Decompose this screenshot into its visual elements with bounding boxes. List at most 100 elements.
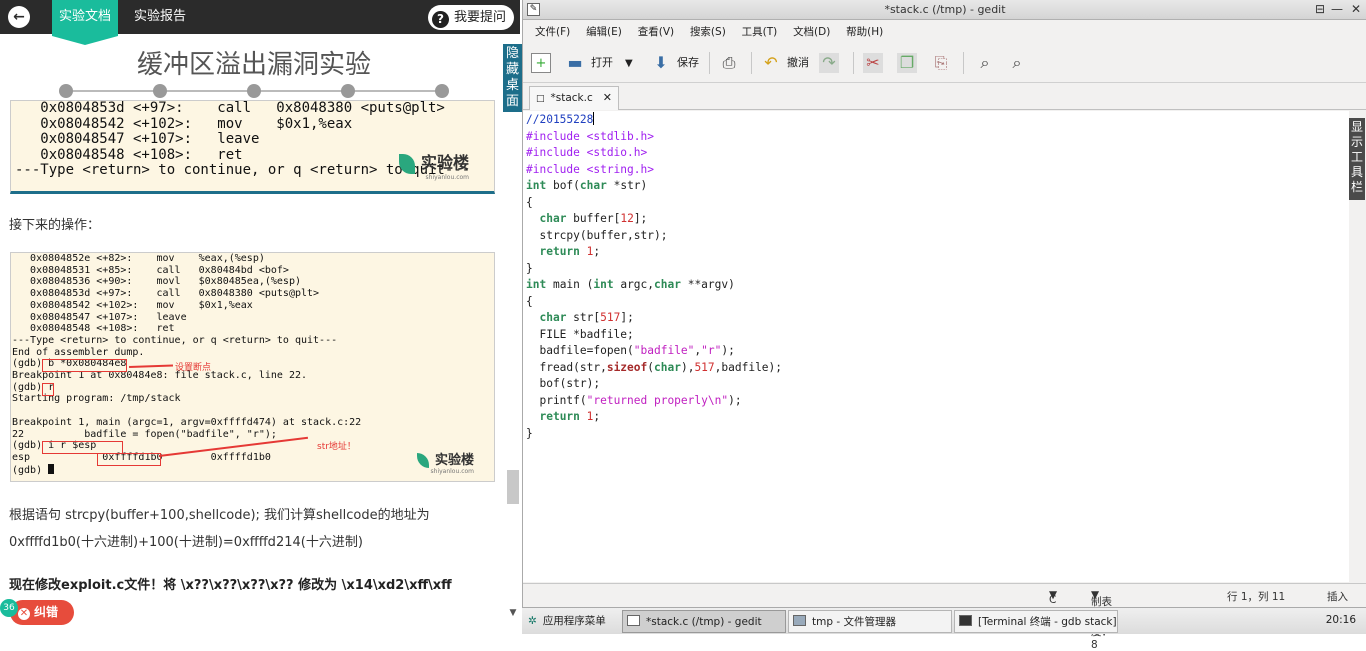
gdb-screenshot-1: 0x0804853d <+97>: call 0x8048380 <puts@p… [10, 100, 495, 194]
gedit-icon [627, 615, 640, 626]
counter-badge: 36 [0, 599, 18, 617]
error-icon: ✕ [18, 608, 30, 620]
print-button[interactable]: ⎙ [719, 51, 745, 75]
window-title: *stack.c (/tmp) - gedit [884, 3, 1006, 16]
toolbar: + ▬ 打开 ▼ ⬇ 保存 ⎙ ↶ 撤消 ↷ ✂ ❐ ⎘ ⌕ ⌕ [523, 43, 1366, 83]
toolbar-separator [963, 52, 964, 74]
tab-stack-c[interactable]: □ *stack.c ✕ [529, 86, 619, 110]
menu-search[interactable]: 搜索(S) [690, 21, 726, 43]
menu-edit[interactable]: 编辑(E) [586, 21, 622, 43]
find-button[interactable]: ⌕ [975, 51, 1001, 75]
menu-help[interactable]: 帮助(H) [846, 21, 883, 43]
question-icon: ? [431, 11, 449, 28]
open-recent-dropdown[interactable]: ▼ [625, 51, 633, 75]
modify-exploit-paragraph: 现在修改exploit.c文件！将 \x??\x??\x??\x?? 修改为 \… [9, 578, 452, 593]
copy-button[interactable]: ❐ [897, 51, 923, 75]
source-code[interactable]: //20155228 #include <stdlib.h> #include … [526, 112, 782, 442]
window-titlebar[interactable]: ✎ *stack.c (/tmp) - gedit ⊟ — ✕ [523, 0, 1366, 20]
terminal-icon [959, 615, 972, 626]
code-editor[interactable]: //20155228 #include <stdlib.h> #include … [523, 111, 1349, 582]
undo-icon: ↶ [764, 53, 778, 72]
ask-question-label: 我要提问 [453, 10, 506, 25]
report-error-button[interactable]: ✕ 纠错 [10, 600, 74, 625]
language-selector[interactable]: C ▼ [1049, 589, 1057, 606]
tab-lab-docs[interactable]: 实验文档 [52, 0, 118, 45]
explanation-paragraph: 根据语句 strcpy(buffer+100,shellcode); 我们计算s… [9, 508, 430, 523]
step-dot[interactable] [435, 84, 449, 98]
scrollbar-thumb[interactable] [507, 470, 519, 504]
annotation-set-breakpoint: 设置断点 [175, 363, 212, 373]
close-icon[interactable]: ✕ [1351, 2, 1361, 16]
left-scrollbar[interactable]: ▼ [506, 112, 520, 622]
menu-bar: 文件(F) 编辑(E) 查看(V) 搜索(S) 工具(T) 文档(D) 帮助(H… [523, 21, 1366, 43]
undo-button[interactable]: ↶ 撤消 [761, 51, 809, 75]
open-button[interactable]: ▬ 打开 [565, 51, 613, 75]
address-calc-paragraph: 0xffffd1b0(十六进制)+100(十进制)=0xffffd214(十六进… [9, 535, 363, 550]
shiyanlou-logo: 实验楼 shiyanlou.com [417, 449, 474, 475]
taskbar: ✲ 应用程序菜单 *stack.c (/tmp) - gedit tmp - 文件… [522, 607, 1366, 634]
close-tab-icon[interactable]: ✕ [603, 87, 612, 109]
copy-icon: ❐ [897, 53, 917, 73]
text-cursor [593, 112, 595, 125]
new-document-icon: + [531, 53, 551, 73]
insert-mode: 插入 [1327, 591, 1348, 603]
toolbar-separator [709, 52, 710, 74]
step-dot[interactable] [247, 84, 261, 98]
document-tabs: □ *stack.c ✕ [523, 84, 1366, 110]
leaf-icon [399, 153, 415, 174]
tab-lab-report[interactable]: 实验报告 [134, 0, 186, 34]
next-steps-label: 接下来的操作： [9, 218, 101, 233]
apps-icon: ✲ [528, 615, 537, 627]
search-icon: ⌕ [980, 53, 990, 72]
taskbar-item-gedit[interactable]: *stack.c (/tmp) - gedit [622, 610, 786, 633]
chevron-down-icon: ▼ [625, 58, 633, 69]
scroll-down-icon[interactable]: ▼ [506, 608, 520, 622]
cut-button[interactable]: ✂ [863, 51, 889, 75]
menu-file[interactable]: 文件(F) [535, 21, 570, 43]
show-toolbar-button[interactable]: 显示工具栏 [1349, 118, 1365, 200]
document-icon: □ [536, 94, 545, 104]
status-bar: C ▼ 制表符宽度：8 ▼ 行 1，列 11 插入 [523, 583, 1366, 651]
restore-icon[interactable]: ⊟ [1315, 2, 1325, 16]
paste-icon: ⎘ [934, 53, 948, 72]
clock: 20:16 [1325, 614, 1356, 626]
terminal-cursor [48, 463, 55, 474]
folder-icon: ▬ [567, 53, 583, 72]
highlight-run-cmd [42, 383, 54, 396]
toolbar-separator [853, 52, 854, 74]
highlight-esp-value [97, 453, 161, 466]
new-document-button[interactable]: + [531, 51, 557, 75]
redo-icon: ↷ [819, 53, 839, 73]
save-icon: ⬇ [654, 53, 668, 72]
cursor-position: 行 1，列 11 [1227, 591, 1286, 603]
applications-menu[interactable]: ✲ 应用程序菜单 [524, 610, 620, 633]
replace-icon: ⌕ [1012, 53, 1022, 72]
back-icon[interactable]: ← [8, 6, 30, 28]
top-nav-bar: ← 实验文档 实验报告 ? 我要提问 [0, 0, 520, 45]
find-replace-button[interactable]: ⌕ [1007, 51, 1033, 75]
printer-icon: ⎙ [722, 53, 736, 72]
taskbar-item-terminal[interactable]: [Terminal 终端 - gdb stack] [954, 610, 1118, 633]
step-dot[interactable] [153, 84, 167, 98]
shiyanlou-logo: 实验楼 shiyanlou.com [399, 149, 469, 181]
redo-button[interactable]: ↷ [819, 51, 845, 75]
menu-view[interactable]: 查看(V) [638, 21, 674, 43]
minimize-icon[interactable]: — [1331, 2, 1343, 16]
menu-tools[interactable]: 工具(T) [742, 21, 778, 43]
menu-documents[interactable]: 文档(D) [793, 21, 830, 43]
step-dot[interactable] [59, 84, 73, 98]
gdb-screenshot-2: 0x0804852e <+82>: mov %eax,(%esp) 0x0804… [10, 252, 495, 482]
ask-question-button[interactable]: ? 我要提问 [427, 5, 514, 30]
folder-icon [793, 615, 806, 626]
paste-button[interactable]: ⎘ [931, 51, 957, 75]
lab-document-pane: ← 实验文档 实验报告 ? 我要提问 缓冲区溢出漏洞实验 0x0804853d <… [0, 0, 520, 634]
step-dot[interactable] [341, 84, 355, 98]
taskbar-item-file-manager[interactable]: tmp - 文件管理器 [788, 610, 952, 633]
hide-desktop-button[interactable]: 隐藏桌面 [503, 44, 522, 112]
leaf-icon [417, 453, 429, 468]
annotation-str-address: str地址！ [317, 442, 356, 452]
highlight-break-cmd [42, 359, 127, 372]
page-title: 缓冲区溢出漏洞实验 [136, 50, 371, 80]
tab-width-selector[interactable]: 制表符宽度：8 ▼ [1091, 589, 1112, 651]
save-button[interactable]: ⬇ 保存 [651, 51, 699, 75]
